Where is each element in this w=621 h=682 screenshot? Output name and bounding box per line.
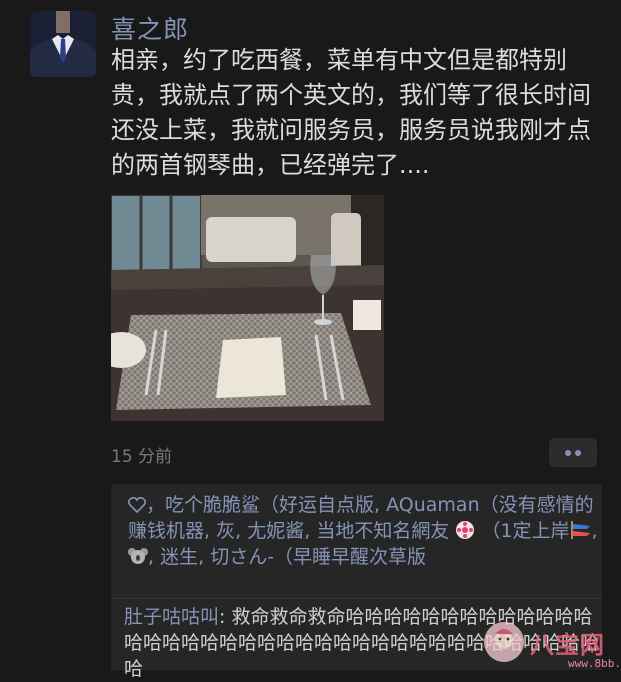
like-name[interactable]: 迷生 bbox=[160, 546, 198, 568]
likes-list: ，吃个脆脆鲨（好运自点版, AQuaman（没有感情的赚钱机器, 灰, 尢妮酱,… bbox=[127, 494, 598, 568]
like-name[interactable]: 当地不知名網友 bbox=[316, 520, 449, 542]
avatar-image bbox=[30, 11, 96, 77]
comment-colon: : bbox=[219, 606, 232, 628]
divider bbox=[111, 598, 602, 599]
watermark-text: 八宝网 bbox=[530, 630, 605, 659]
comment-author[interactable]: 肚子咕咕叫 bbox=[124, 606, 219, 628]
like-name[interactable]: 切さん-（早睡早醒次草版 bbox=[210, 546, 426, 568]
likes-prefix: ， bbox=[146, 494, 166, 516]
like-name[interactable]: （1定上岸 bbox=[481, 520, 569, 542]
koala-emoji-icon bbox=[128, 548, 148, 564]
like-name[interactable]: 吃个脆脆鲨（好运自点版 bbox=[165, 494, 374, 516]
more-dots-icon bbox=[565, 449, 581, 456]
carp-streamer-emoji-icon bbox=[570, 521, 590, 539]
restaurant-table-photo bbox=[111, 195, 384, 421]
mascot-icon bbox=[484, 622, 524, 662]
more-button[interactable] bbox=[549, 438, 597, 467]
watermark-url: www.8bb.com bbox=[568, 657, 621, 670]
post-timestamp: 15 分前 bbox=[111, 447, 173, 467]
like-name[interactable]: 灰 bbox=[216, 520, 235, 542]
heart-outline-icon bbox=[127, 496, 147, 514]
flower-emoji-icon bbox=[456, 521, 475, 539]
username[interactable]: 喜之郎 bbox=[111, 10, 189, 46]
post-photo[interactable] bbox=[111, 195, 384, 421]
like-name[interactable]: 尢妮酱 bbox=[247, 520, 304, 542]
avatar[interactable] bbox=[30, 11, 96, 77]
post-text: 相亲，约了吃西餐，菜单有中文但是都特别贵，我就点了两个英文的，我们等了很长时间还… bbox=[111, 46, 591, 179]
